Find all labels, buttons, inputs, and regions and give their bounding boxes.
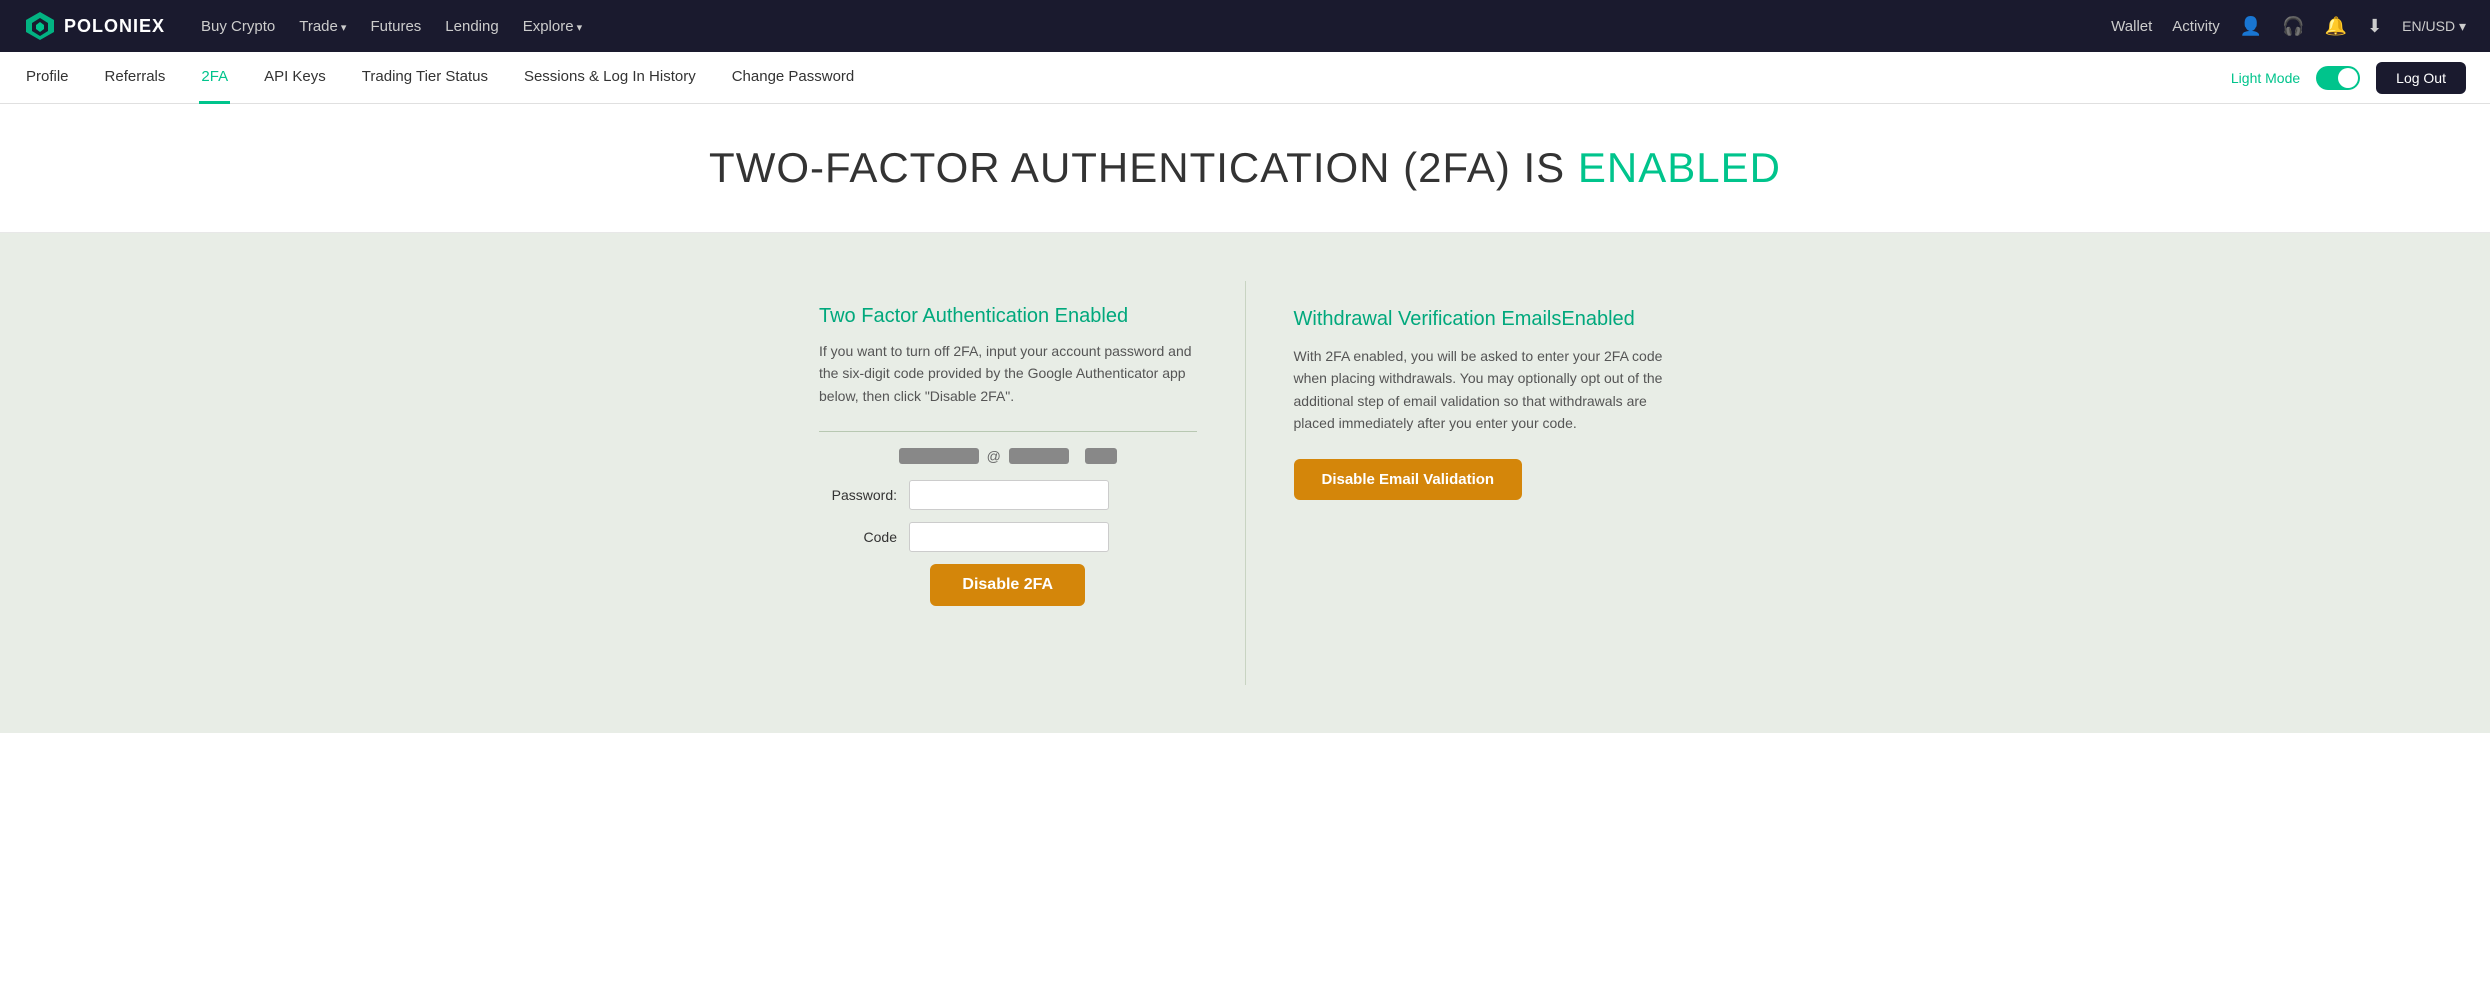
light-mode-label: Light Mode bbox=[2231, 70, 2300, 86]
email-display-row: @ bbox=[819, 448, 1197, 464]
subnav-api-keys[interactable]: API Keys bbox=[262, 52, 328, 104]
nav-futures[interactable]: Futures bbox=[370, 18, 421, 35]
password-input[interactable] bbox=[909, 480, 1109, 510]
top-nav-right: Wallet Activity 👤 🎧 🔔 ⬇ EN/USD bbox=[2111, 16, 2466, 37]
hero-banner: TWO-FACTOR AUTHENTICATION (2FA) IS ENABL… bbox=[0, 104, 2490, 233]
disable-2fa-button[interactable]: Disable 2FA bbox=[930, 564, 1085, 606]
email-icon-blur bbox=[1085, 448, 1117, 464]
right-panel: Withdrawal Verification EmailsEnabled Wi… bbox=[1246, 281, 1696, 685]
left-panel-title: Two Factor Authentication Enabled bbox=[819, 305, 1197, 328]
subnav-sessions[interactable]: Sessions & Log In History bbox=[522, 52, 698, 104]
logo[interactable]: POLONIEX bbox=[24, 10, 165, 42]
top-nav-links: Buy Crypto Trade Futures Lending Explore bbox=[201, 18, 2083, 35]
nav-explore[interactable]: Explore bbox=[523, 18, 582, 35]
code-row: Code bbox=[819, 522, 1197, 552]
nav-buy-crypto[interactable]: Buy Crypto bbox=[201, 18, 275, 35]
nav-wallet[interactable]: Wallet bbox=[2111, 18, 2152, 35]
sub-navigation: Profile Referrals 2FA API Keys Trading T… bbox=[0, 52, 2490, 104]
content-wrapper: Two Factor Authentication Enabled If you… bbox=[795, 281, 1695, 685]
divider bbox=[819, 431, 1197, 432]
right-panel-title: Withdrawal Verification EmailsEnabled bbox=[1294, 305, 1672, 333]
subnav-right: Light Mode Log Out bbox=[2231, 62, 2466, 94]
hero-title-status: ENABLED bbox=[1578, 144, 1781, 191]
code-input[interactable] bbox=[909, 522, 1109, 552]
subnav-trading-tier[interactable]: Trading Tier Status bbox=[360, 52, 490, 104]
disable-email-validation-button[interactable]: Disable Email Validation bbox=[1294, 459, 1523, 500]
light-mode-toggle[interactable] bbox=[2316, 66, 2360, 90]
brand-name: POLONIEX bbox=[64, 16, 165, 37]
nav-activity[interactable]: Activity bbox=[2172, 18, 2220, 35]
subnav-referrals[interactable]: Referrals bbox=[103, 52, 168, 104]
password-row: Password: bbox=[819, 480, 1197, 510]
password-label: Password: bbox=[819, 487, 909, 503]
code-label: Code bbox=[819, 529, 909, 545]
email-blur-2 bbox=[1009, 448, 1069, 464]
nav-trade[interactable]: Trade bbox=[299, 18, 346, 35]
headset-icon[interactable]: 🎧 bbox=[2282, 16, 2304, 37]
subnav-profile[interactable]: Profile bbox=[24, 52, 71, 104]
toggle-knob bbox=[2338, 68, 2358, 88]
hero-title-prefix: TWO-FACTOR AUTHENTICATION (2FA) IS bbox=[709, 144, 1578, 191]
email-blur-1 bbox=[899, 448, 979, 464]
download-icon[interactable]: ⬇ bbox=[2367, 16, 2382, 37]
left-panel-description: If you want to turn off 2FA, input your … bbox=[819, 340, 1197, 407]
top-navigation: POLONIEX Buy Crypto Trade Futures Lendin… bbox=[0, 0, 2490, 52]
bell-icon[interactable]: 🔔 bbox=[2325, 16, 2347, 37]
currency-selector[interactable]: EN/USD bbox=[2402, 18, 2466, 35]
logout-button[interactable]: Log Out bbox=[2376, 62, 2466, 94]
left-panel: Two Factor Authentication Enabled If you… bbox=[795, 281, 1246, 685]
user-icon[interactable]: 👤 bbox=[2240, 16, 2262, 37]
subnav-change-password[interactable]: Change Password bbox=[730, 52, 857, 104]
right-panel-description: With 2FA enabled, you will be asked to e… bbox=[1294, 345, 1672, 435]
hero-title: TWO-FACTOR AUTHENTICATION (2FA) IS ENABL… bbox=[24, 144, 2466, 192]
main-content: Two Factor Authentication Enabled If you… bbox=[0, 233, 2490, 733]
nav-lending[interactable]: Lending bbox=[445, 18, 498, 35]
subnav-2fa[interactable]: 2FA bbox=[199, 52, 230, 104]
at-symbol: @ bbox=[987, 448, 1001, 464]
